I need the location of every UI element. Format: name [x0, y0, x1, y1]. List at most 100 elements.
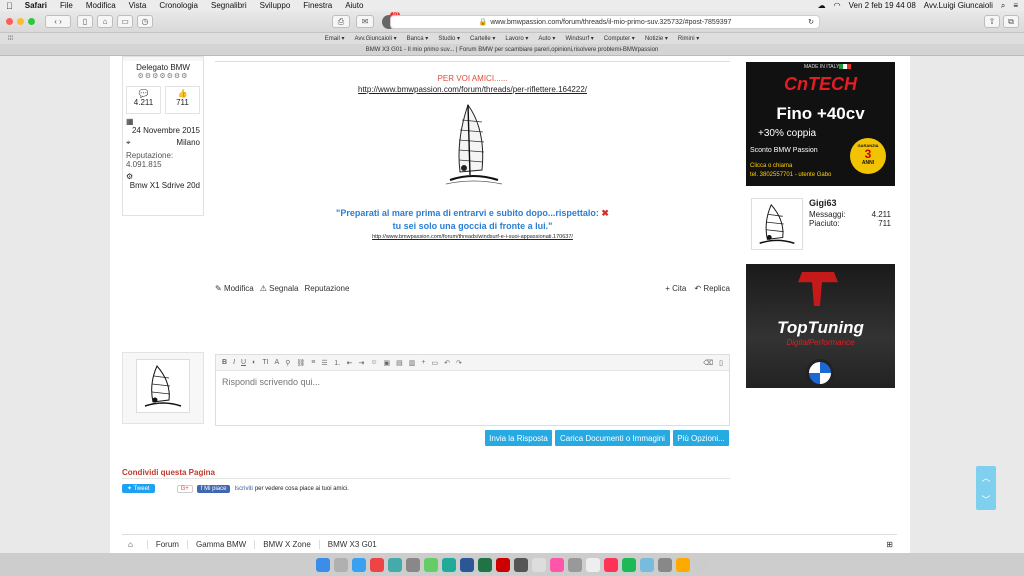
calendar-app-icon[interactable] — [586, 557, 600, 572]
fav-studio[interactable]: Studio ▾ — [438, 35, 460, 42]
numbered-list-icon[interactable]: ⒈ — [334, 358, 341, 368]
maps-icon[interactable] — [388, 557, 402, 572]
fav-avvgiuncaioli[interactable]: Avv.Giuncaioli ▾ — [354, 35, 396, 42]
home-icon[interactable]: ⌂ — [128, 540, 133, 549]
close-window-icon[interactable] — [6, 18, 13, 25]
word-icon[interactable] — [460, 557, 474, 572]
clock[interactable]: Ven 2 feb 19 44 08 — [849, 1, 916, 10]
edit-link[interactable]: ✎ Modifica — [215, 284, 254, 293]
menu-sviluppo[interactable]: Sviluppo — [260, 1, 291, 10]
media-icon[interactable]: ▤ — [396, 359, 403, 367]
fav-email[interactable]: Email ▾ — [325, 35, 345, 42]
smiley-icon[interactable]: ☺ — [370, 359, 377, 366]
source-icon[interactable]: ▯ — [719, 359, 723, 367]
send-reply-button[interactable]: Invia la Risposta — [485, 430, 552, 446]
wifi-icon[interactable]: ◠ — [834, 1, 841, 10]
link-icon[interactable]: ⚲ — [285, 359, 290, 367]
bullet-list-icon[interactable]: ☰ — [321, 359, 327, 367]
gplus-button[interactable]: G+ — [176, 484, 193, 493]
reply-link[interactable]: ↶ Replica — [694, 284, 730, 293]
breadcrumb-gamma-bmw[interactable]: Gamma BMW — [186, 539, 246, 549]
photos-icon[interactable] — [550, 557, 564, 572]
facebook-signup-link[interactable]: Iscriviti — [234, 486, 252, 492]
toptuning-ad[interactable]: TopTuning DigitalPerformance — [746, 264, 895, 388]
upload-files-button[interactable]: Carica Documenti o Immagini — [555, 430, 670, 446]
finder-icon[interactable] — [316, 557, 330, 572]
menu-list-icon[interactable]: ≡ — [1013, 1, 1018, 10]
acrobat-icon[interactable] — [496, 557, 510, 572]
print-icon[interactable]: ⎙ — [332, 15, 350, 28]
back-forward-button[interactable]: ‹ › — [45, 15, 71, 28]
home-icon[interactable]: ⌂ — [97, 15, 113, 28]
redo-icon[interactable]: ↷ — [456, 359, 462, 367]
code-icon[interactable]: ▥ — [409, 359, 416, 367]
post-link-per-riflettere[interactable]: http://www.bmwpassion.com/forum/threads/… — [358, 85, 587, 94]
safari-icon[interactable] — [352, 557, 366, 572]
tabs-icon[interactable]: ⧉ — [1003, 15, 1019, 28]
reading-icon[interactable]: ▭ — [117, 15, 133, 28]
address-bar[interactable]: 🔒 www.bmwpassion.com/forum/threads/il-mi… — [390, 15, 820, 29]
breadcrumb-x-zone[interactable]: BMW X Zone — [254, 539, 311, 549]
excel-icon[interactable] — [478, 557, 492, 572]
spotify-icon[interactable] — [622, 557, 636, 572]
fav-lavoro[interactable]: Lavoro ▾ — [505, 35, 528, 42]
fav-notizie[interactable]: Notizie ▾ — [645, 35, 668, 42]
unlink-icon[interactable]: ⛓ — [296, 359, 305, 367]
more-options-button[interactable]: Più Opzioni... — [673, 430, 729, 446]
mail-icon[interactable]: ✉ — [356, 15, 374, 28]
tab-active[interactable]: BMW X3 G01 - Il mio primo suv... | Forum… — [366, 47, 659, 53]
notes-icon[interactable] — [532, 557, 546, 572]
tweet-button[interactable]: ✦ Tweet — [122, 484, 155, 493]
insert-icon[interactable]: + — [421, 359, 425, 366]
cntech-ad[interactable]: MADE IN ITALY CnTECH Fino +40cv +30% cop… — [746, 62, 895, 186]
reload-icon[interactable]: ↻ — [808, 18, 814, 26]
eraser-icon[interactable]: ⌫ — [703, 359, 713, 367]
font-size-icon[interactable]: TI — [262, 359, 268, 366]
minimize-window-icon[interactable] — [17, 18, 24, 25]
trash-icon[interactable] — [694, 557, 708, 572]
undo-icon[interactable]: ↶ — [444, 359, 450, 367]
facebook-like-button[interactable]: f Mi piace — [196, 484, 231, 493]
image-icon[interactable]: ▣ — [384, 359, 391, 367]
zoom-window-icon[interactable] — [28, 18, 35, 25]
favorites-grid-icon[interactable]: ⁞⁞⁞ — [8, 36, 13, 42]
chrome-icon[interactable] — [370, 557, 384, 572]
fav-rimini[interactable]: Rimini ▾ — [678, 35, 699, 42]
chevron-up-icon[interactable]: ︿ — [981, 471, 990, 484]
music-icon[interactable] — [604, 557, 618, 572]
preview-icon[interactable] — [406, 557, 420, 572]
post-link-windsurf[interactable]: http://www.bmwpassion.com/forum/threads/… — [372, 234, 573, 240]
sidebar-avatar[interactable] — [751, 198, 803, 250]
breadcrumb-forum[interactable]: Forum — [146, 539, 179, 549]
launchpad-icon[interactable] — [334, 557, 348, 572]
menu-file[interactable]: File — [60, 1, 73, 10]
chevron-down-icon[interactable]: ﹀ — [981, 493, 990, 506]
report-link[interactable]: ⚠ Segnala — [260, 284, 299, 293]
fav-auto[interactable]: Auto ▾ — [538, 35, 555, 42]
user-name[interactable]: Avv.Luigi Giuncaioli — [924, 1, 993, 10]
sidebar-icon[interactable]: ▯ — [77, 15, 93, 28]
breadcrumb-x3-g01[interactable]: BMW X3 G01 — [318, 539, 377, 549]
quote-link[interactable]: + Cita — [665, 284, 686, 293]
color-icon[interactable]: ◐ — [252, 359, 256, 366]
drive-icon[interactable] — [676, 557, 690, 572]
cloud-icon[interactable]: ☁ — [818, 1, 826, 10]
sidebar-username[interactable]: Gigi63 — [809, 198, 891, 208]
fav-banca[interactable]: Banca ▾ — [407, 35, 429, 42]
history-icon[interactable]: ◷ — [137, 15, 153, 28]
reputation-link[interactable]: Reputazione — [305, 284, 350, 293]
bold-icon[interactable]: B — [222, 359, 227, 366]
calculator-icon[interactable] — [514, 557, 528, 572]
font-icon[interactable]: A — [275, 359, 280, 366]
fav-cartelle[interactable]: Cartelle ▾ — [470, 35, 495, 42]
contacts-icon[interactable] — [568, 557, 582, 572]
menu-cronologia[interactable]: Cronologia — [159, 1, 198, 10]
settings-icon[interactable] — [658, 557, 672, 572]
fav-windsurf[interactable]: Windsurf ▾ — [565, 35, 593, 42]
whatsapp-icon[interactable] — [424, 557, 438, 572]
facetime-icon[interactable] — [442, 557, 456, 572]
outdent-icon[interactable]: ⇤ — [347, 359, 353, 367]
app-store-icon[interactable] — [640, 557, 654, 572]
apple-icon[interactable]:  — [6, 1, 13, 11]
menu-aiuto[interactable]: Aiuto — [345, 1, 363, 10]
